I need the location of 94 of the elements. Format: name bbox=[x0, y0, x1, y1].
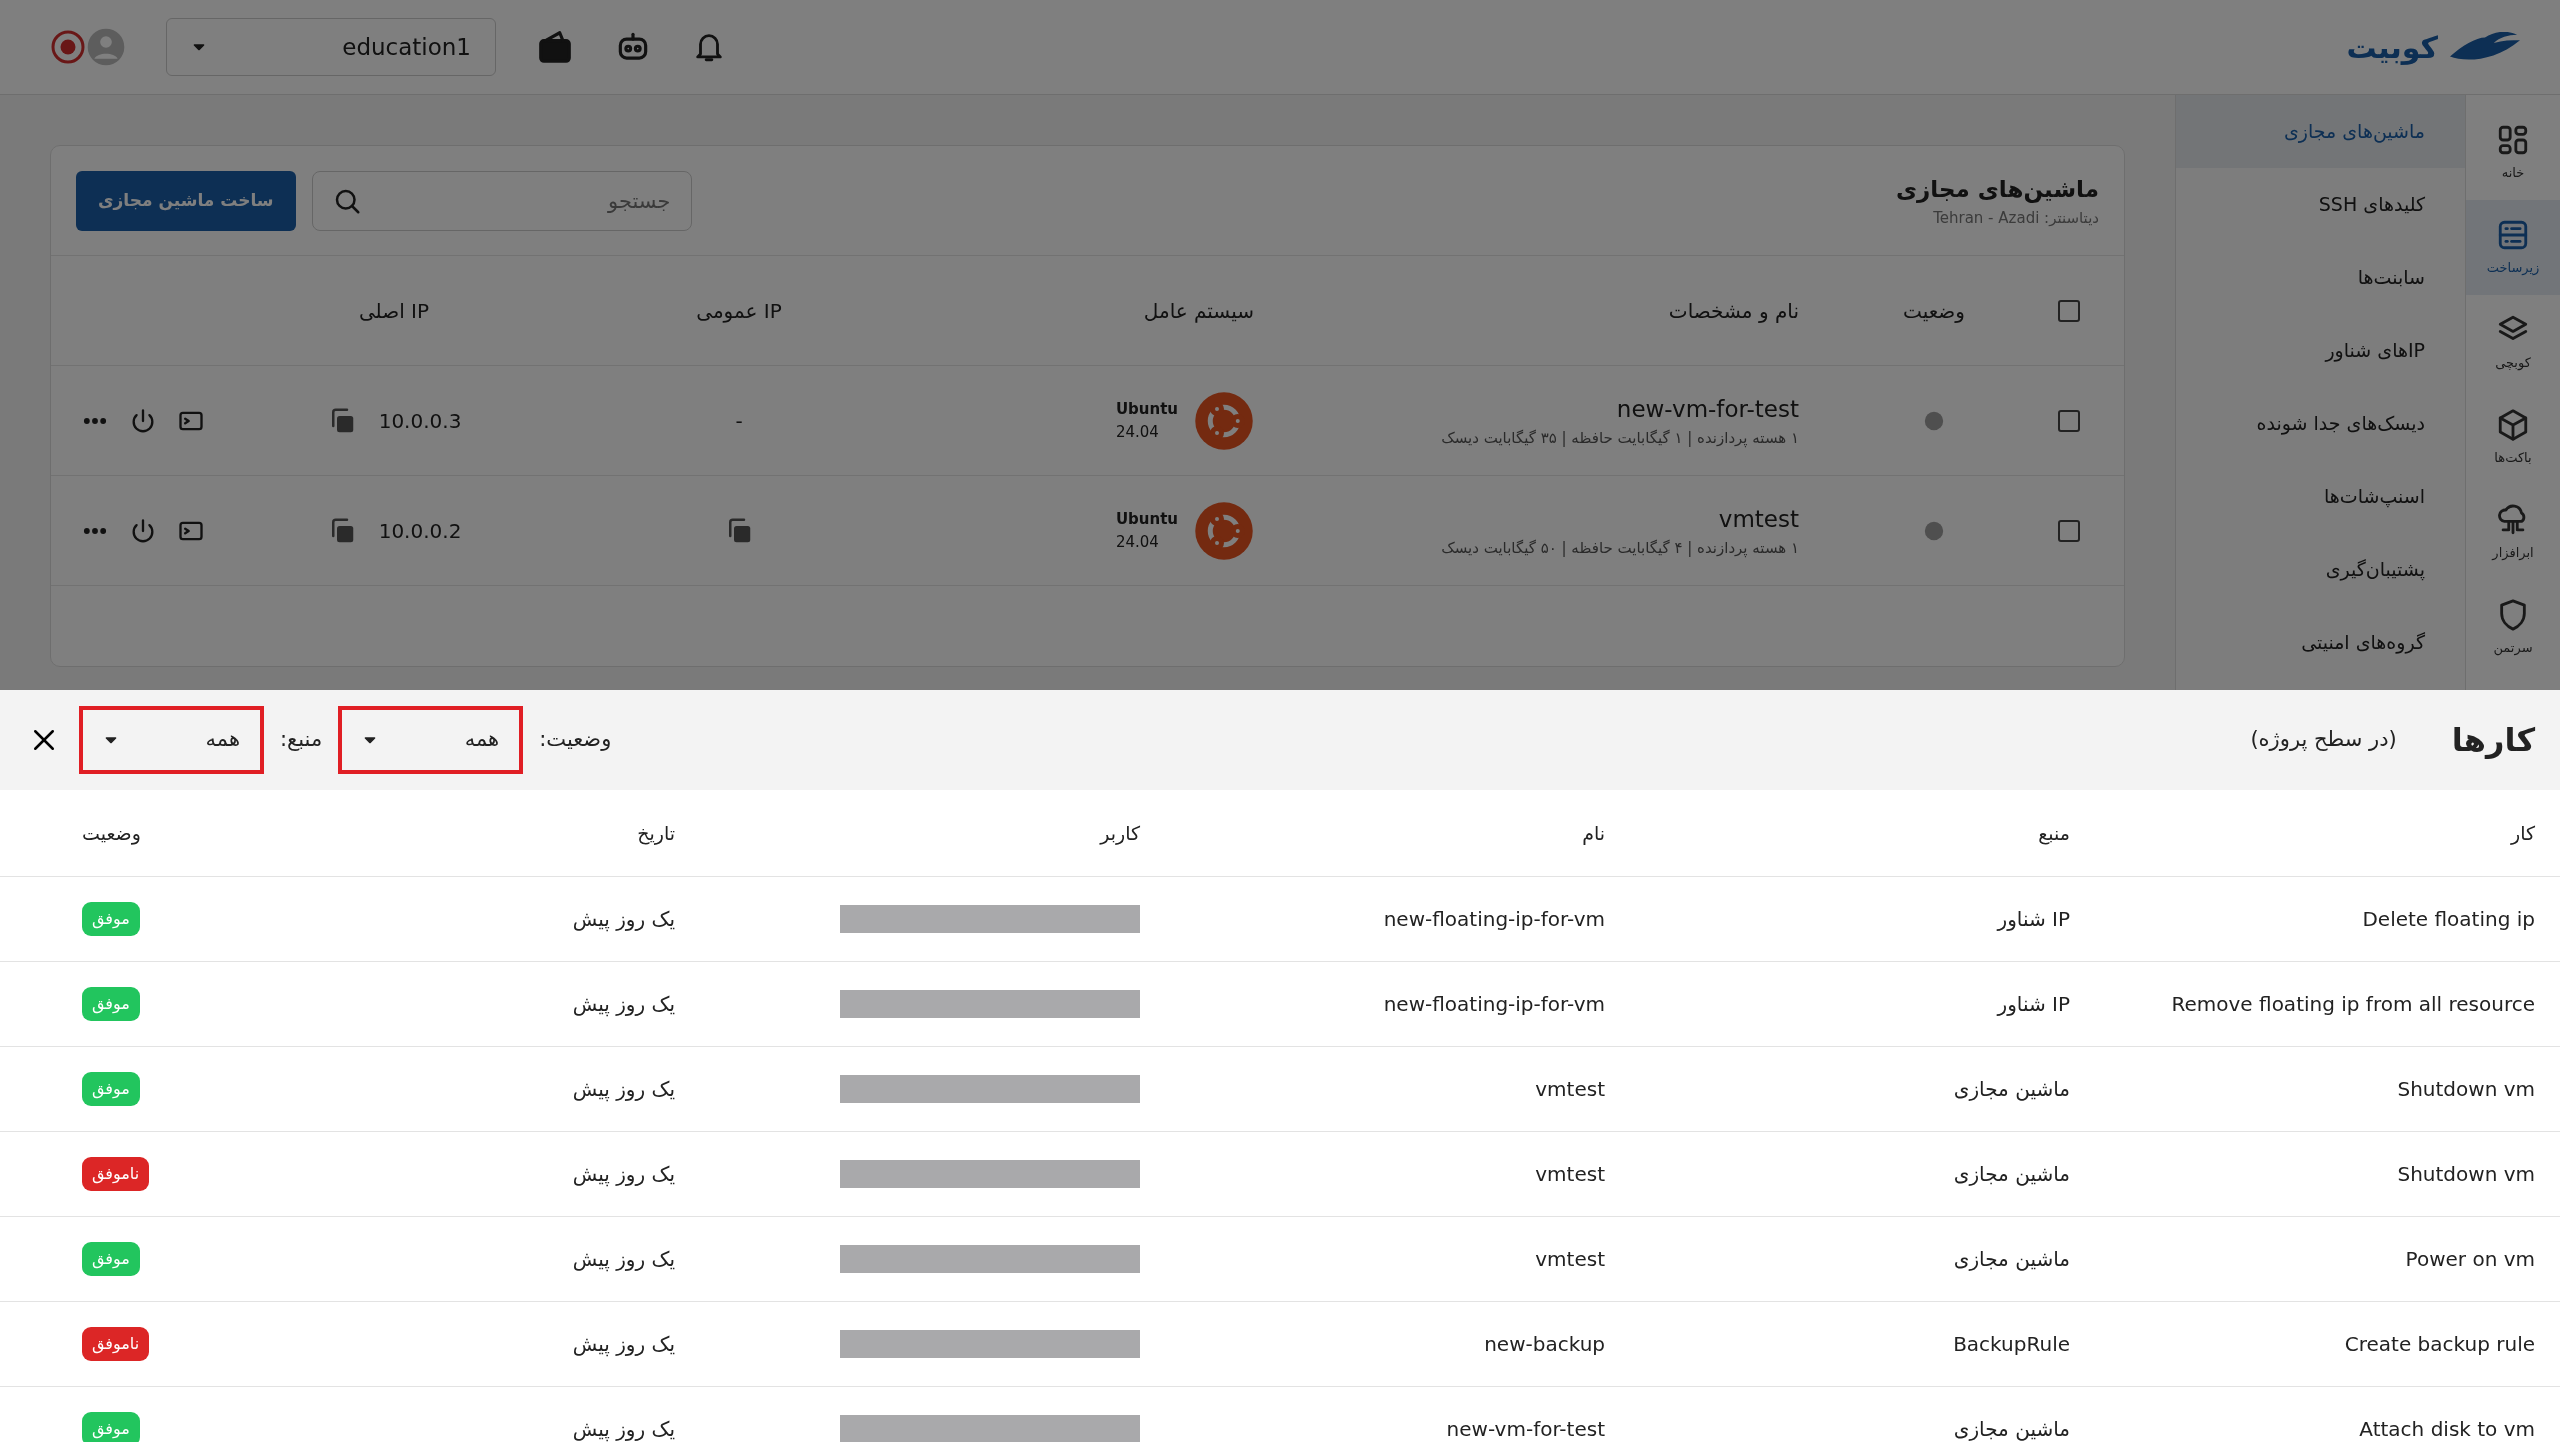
table-cell: ماشین مجازی bbox=[1953, 1162, 2070, 1186]
rail-item[interactable]: سرتمن bbox=[2466, 580, 2560, 675]
filter-label: منبع: bbox=[280, 726, 323, 754]
column-header: نام و مشخصات bbox=[1668, 298, 1799, 323]
submenu-item[interactable]: پشتیبان‌گیری bbox=[2176, 533, 2465, 606]
status-badge: موفق bbox=[82, 1072, 140, 1106]
table-cell: یک روز پیش bbox=[572, 907, 675, 931]
datacenter-label: دیتاسنتر: Tehran - Azadi bbox=[1932, 207, 2099, 229]
drawer-subtitle: (در سطح پروژه) bbox=[2250, 726, 2397, 754]
status-dot-icon bbox=[1923, 519, 1945, 542]
private-ip: 10.0.0.3 bbox=[378, 407, 462, 435]
column-header: IP عمومی bbox=[696, 297, 782, 325]
table-cell: یک روز پیش bbox=[572, 992, 675, 1016]
column-header: وضعیت bbox=[1903, 297, 1965, 325]
table-cell: Create backup rule bbox=[2344, 1332, 2535, 1356]
table-cell: ماشین مجازی bbox=[1953, 1417, 2070, 1441]
column-header: وضعیت bbox=[82, 821, 141, 844]
column-header: کاربر bbox=[1100, 821, 1140, 844]
project-dropdown[interactable]: education1 bbox=[166, 18, 496, 76]
status-badge: موفق bbox=[82, 987, 140, 1021]
os-name: Ubuntu bbox=[1115, 399, 1178, 420]
status-badge: ناموفق bbox=[82, 1327, 150, 1361]
table-cell: vmtest bbox=[1535, 1162, 1605, 1186]
drawer-title: کارها bbox=[2451, 720, 2535, 761]
logo-text: کوبیت bbox=[2346, 28, 2438, 67]
table-cell: new-floating-ip-for-vm bbox=[1383, 992, 1605, 1016]
submenu-item[interactable]: گروه‌های امنیتی bbox=[2176, 606, 2465, 679]
status-badge: موفق bbox=[82, 902, 140, 936]
row-checkbox[interactable] bbox=[2058, 519, 2080, 542]
submenu-item[interactable]: ماشین‌های مجازی bbox=[2176, 95, 2465, 168]
table-cell: Delete floating ip bbox=[2362, 907, 2535, 931]
submenu-item[interactable]: IPهای شناور bbox=[2176, 314, 2465, 387]
os-version: 24.04 bbox=[1115, 421, 1160, 443]
table-cell: Shutdown vm bbox=[2397, 1077, 2535, 1101]
filter-label: وضعیت: bbox=[539, 726, 612, 754]
table-cell: new-backup bbox=[1484, 1332, 1605, 1356]
table-cell: یک روز پیش bbox=[572, 1162, 675, 1186]
column-header: کار bbox=[2511, 821, 2535, 844]
rail-item[interactable]: کوبچی bbox=[2466, 295, 2560, 390]
table-cell: BackupRule bbox=[1953, 1332, 2070, 1356]
vm-specs: ۱ هسته پردازنده | ۱ گیگابایت حافظه | ۳۵ گیگابایت دیسک bbox=[1440, 427, 1799, 449]
table-cell: vmtest bbox=[1535, 1077, 1605, 1101]
filter-dropdown[interactable]: همه bbox=[338, 706, 524, 774]
panel-title: ماشین‌های مجازی bbox=[1895, 175, 2099, 205]
column-header: سیستم عامل bbox=[1143, 297, 1254, 325]
column-header: نام bbox=[1582, 821, 1605, 844]
table-cell: Power on vm bbox=[2405, 1247, 2535, 1271]
vm-name[interactable]: new-vm-for-test bbox=[1304, 392, 1799, 427]
rail-item[interactable]: باکت‌ها bbox=[2466, 390, 2560, 485]
create-vm-button[interactable]: ساخت ماشین مجازی bbox=[76, 170, 296, 231]
status-badge: موفق bbox=[82, 1242, 140, 1276]
table-cell: یک روز پیش bbox=[572, 1332, 675, 1356]
table-cell: vmtest bbox=[1535, 1247, 1605, 1271]
submenu-item[interactable]: اسنپ‌شات‌ها bbox=[2176, 460, 2465, 533]
table-cell: IP شناور bbox=[1997, 907, 2070, 931]
wallet-icon[interactable] bbox=[536, 28, 574, 66]
table-cell: Shutdown vm bbox=[2397, 1162, 2535, 1186]
ship-logo-icon bbox=[2450, 32, 2520, 62]
cube-icon bbox=[2496, 407, 2530, 442]
table-cell: new-vm-for-test bbox=[1446, 1417, 1605, 1441]
public-ip: - bbox=[735, 407, 743, 435]
row-checkbox[interactable] bbox=[2058, 409, 2080, 432]
ubuntu-logo-icon bbox=[1194, 500, 1254, 561]
submenu-item[interactable]: کلیدهای SSH bbox=[2176, 168, 2465, 241]
table-cell: ماشین مجازی bbox=[1953, 1247, 2070, 1271]
ubuntu-logo-icon bbox=[1194, 390, 1254, 451]
badge-emblem-icon bbox=[50, 29, 86, 65]
column-header: تاریخ bbox=[637, 821, 675, 844]
table-cell: new-floating-ip-for-vm bbox=[1383, 907, 1605, 931]
submenu-item[interactable]: سابنت‌ها bbox=[2176, 241, 2465, 314]
table-cell: Attach disk to vm bbox=[2359, 1417, 2535, 1441]
private-ip: 10.0.0.2 bbox=[378, 517, 462, 545]
status-dot-icon bbox=[1923, 409, 1945, 432]
table-cell: ماشین مجازی bbox=[1953, 1077, 2070, 1101]
select-all-checkbox[interactable] bbox=[2058, 299, 2080, 322]
rail-item[interactable]: ابرافزار bbox=[2466, 485, 2560, 580]
status-badge: ناموفق bbox=[82, 1157, 150, 1191]
rail-item[interactable]: زیرساخت bbox=[2466, 200, 2560, 295]
rail-item[interactable]: خانه bbox=[2466, 105, 2560, 200]
submenu-item[interactable]: دیسک‌های جدا شونده bbox=[2176, 387, 2465, 460]
table-cell: یک روز پیش bbox=[572, 1077, 675, 1101]
os-version: 24.04 bbox=[1115, 531, 1160, 553]
search-field[interactable]: جستجو bbox=[311, 170, 692, 231]
filter-dropdown[interactable]: همه bbox=[79, 706, 264, 774]
vm-specs: ۱ هسته پردازنده | ۴ گیگابایت حافظه | ۵۰ گیگابایت دیسک bbox=[1440, 537, 1799, 559]
table-cell: یک روز پیش bbox=[572, 1247, 675, 1271]
table-cell: IP شناور bbox=[1997, 992, 2070, 1016]
table-cell: Remove floating ip from all resource bbox=[2171, 992, 2535, 1016]
table-cell: یک روز پیش bbox=[572, 1417, 675, 1441]
status-badge: موفق bbox=[82, 1412, 140, 1442]
os-name: Ubuntu bbox=[1115, 509, 1178, 530]
vm-name[interactable]: vmtest bbox=[1304, 502, 1799, 537]
column-header: IP اصلی bbox=[358, 297, 430, 325]
column-header: منبع bbox=[2038, 821, 2070, 844]
